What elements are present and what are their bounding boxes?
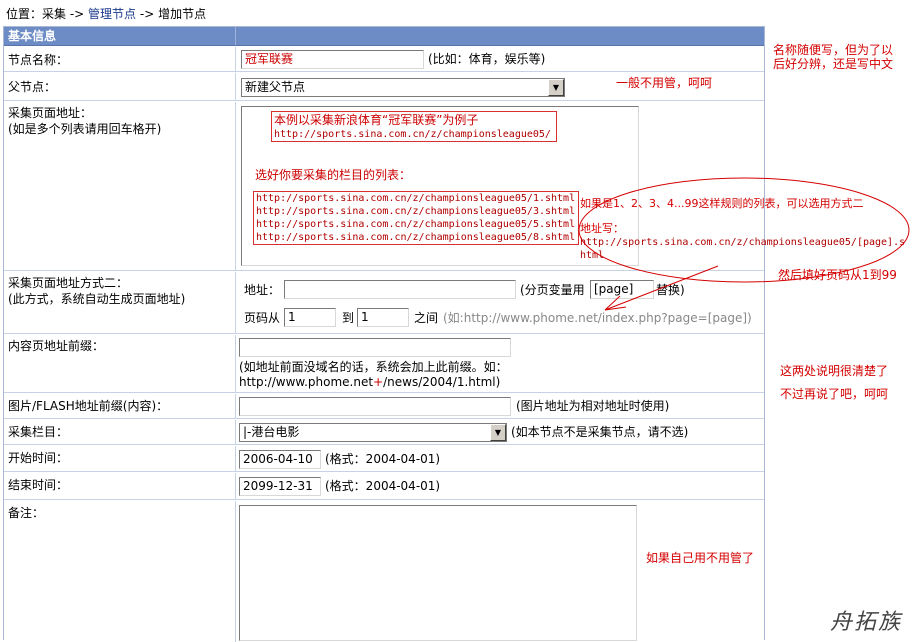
mode2-to-label: 到	[342, 311, 355, 325]
start-time-label: 开始时间：	[8, 451, 69, 465]
row-collect-column: 采集栏目： |-港台电影 ▼ (如本节点不是采集节点，请不选)	[4, 420, 764, 445]
mode2-address-label: 地址：	[244, 283, 281, 297]
annotation-oval-line1: 如果是1、2、3、4...99这样规则的列表，可以选用方式二	[580, 197, 864, 210]
content-prefix-hint: (如地址前面没域名的话，系统会加上此前缀。如：	[239, 360, 508, 374]
image-prefix-input[interactable]	[239, 397, 511, 416]
annotation-oval-line2: 地址写：	[580, 222, 624, 235]
mode2-var-input[interactable]: [page]	[590, 280, 654, 299]
chevron-down-icon[interactable]: ▼	[548, 79, 564, 96]
annotation-oval-url2: html	[580, 250, 605, 261]
list-item: http://sports.sina.com.cn/z/championslea…	[256, 206, 576, 217]
content-prefix-hint-example: http://www.phome.net+/news/2004/1.html)	[239, 375, 501, 389]
annotation-two-line1: 这两处说明很清楚了	[780, 364, 889, 378]
start-time-hint: (格式：2004-04-01)	[325, 452, 441, 466]
node-name-input[interactable]: 冠军联赛	[241, 50, 424, 69]
annotation-remark: 如果自己用不用管了	[646, 551, 755, 565]
example-box: 本例以采集新浪体育“冠军联赛”为例子 http://sports.sina.co…	[271, 111, 557, 142]
parent-node-selected: 新建父节点	[245, 80, 306, 94]
row-collect-mode2: 采集页面地址方式二： (此方式，系统自动生成页面地址) 地址： (分页变量用 […	[4, 272, 764, 334]
annotation-two-line2: 不过再说了吧，呵呵	[780, 387, 889, 401]
mode2-example: (如:http://www.phome.net/index.php?page=[…	[443, 311, 752, 325]
remark-textarea[interactable]	[239, 505, 637, 641]
collect-column-select[interactable]: |-港台电影 ▼	[239, 423, 507, 442]
node-name-hint: (比如：体育，娱乐等)	[428, 52, 546, 66]
mode2-label-sub: (此方式，系统自动生成页面地址)	[8, 292, 186, 306]
collect-url-label-sub: (如是多个列表请用回车格开)	[8, 122, 162, 136]
annotation-page-range: 然后填好页码从1到99	[778, 268, 897, 282]
form-header-title: 基本信息	[8, 29, 57, 43]
mode2-address-input[interactable]	[284, 280, 516, 299]
chevron-down-icon[interactable]: ▼	[490, 424, 506, 441]
parent-node-select[interactable]: 新建父节点 ▼	[241, 78, 565, 97]
watermark: 舟拓族	[830, 610, 903, 635]
collect-url-label: 采集页面地址：	[8, 106, 93, 120]
list-item: http://sports.sina.com.cn/z/championslea…	[256, 193, 576, 204]
example-title: 本例以采集新浪体育“冠军联赛”为例子	[274, 113, 479, 127]
annotation-name-line1: 名称随便写，但为了以	[773, 43, 894, 57]
annotation-parent: 一般不用管，呵呵	[616, 76, 713, 90]
node-name-label: 节点名称：	[8, 53, 69, 67]
mode2-page-from-input[interactable]: 1	[284, 308, 336, 327]
form-header: 基本信息	[4, 27, 764, 46]
parent-node-label: 父节点：	[8, 80, 57, 94]
collect-column-hint: (如本节点不是采集节点，请不选)	[511, 425, 689, 439]
list-box: http://sports.sina.com.cn/z/championslea…	[253, 191, 579, 245]
breadcrumb-prefix: 位置：采集 ->	[6, 7, 85, 21]
mode2-var-label: (分页变量用	[520, 283, 585, 297]
mode2-label: 采集页面地址方式二：	[8, 276, 129, 290]
end-time-label: 结束时间：	[8, 478, 69, 492]
node-form: 基本信息 节点名称： 冠军联赛 (比如：体育，娱乐等) 父节点： 新建父节点 ▼…	[3, 26, 765, 642]
mode2-page-from-label: 页码从	[244, 311, 281, 325]
end-time-input[interactable]: 2099-12-31	[239, 477, 321, 496]
collect-column-selected: |-港台电影	[243, 425, 300, 439]
example-url: http://sports.sina.com.cn/z/championslea…	[274, 129, 551, 140]
list-item: http://sports.sina.com.cn/z/championslea…	[256, 232, 576, 243]
image-prefix-label: 图片/FLASH地址前缀(内容)：	[8, 399, 169, 413]
breadcrumb: 位置：采集 -> 管理节点 -> 增加节点	[6, 6, 206, 22]
breadcrumb-link-manage-nodes[interactable]: 管理节点	[88, 7, 136, 21]
row-node-name: 节点名称： 冠军联赛 (比如：体育，娱乐等)	[4, 47, 764, 72]
choose-list-text: 选好你要采集的栏目的列表：	[255, 168, 412, 182]
start-time-input[interactable]: 2006-04-10	[239, 450, 321, 469]
content-prefix-label: 内容页地址前缀：	[8, 339, 105, 353]
row-image-prefix: 图片/FLASH地址前缀(内容)： (图片地址为相对地址时使用)	[4, 394, 764, 419]
image-prefix-hint: (图片地址为相对地址时使用)	[516, 399, 670, 413]
row-start-time: 开始时间： 2006-04-10 (格式：2004-04-01)	[4, 446, 764, 472]
row-remark: 备注：	[4, 501, 764, 642]
content-prefix-input[interactable]	[239, 338, 511, 357]
mode2-between-label: 之间	[414, 311, 439, 325]
annotation-oval-url1: http://sports.sina.com.cn/z/championslea…	[580, 237, 906, 248]
list-item: http://sports.sina.com.cn/z/championslea…	[256, 219, 576, 230]
mode2-page-to-input[interactable]: 1	[357, 308, 409, 327]
collect-column-label: 采集栏目：	[8, 425, 69, 439]
breadcrumb-suffix: -> 增加节点	[139, 7, 207, 21]
remark-label: 备注：	[8, 506, 45, 520]
end-time-hint: (格式：2004-04-01)	[325, 479, 441, 493]
mode2-var-suffix: 替换)	[656, 283, 685, 297]
row-end-time: 结束时间： 2099-12-31 (格式：2004-04-01)	[4, 473, 764, 500]
annotation-name-line2: 后好分辨，还是写中文	[773, 57, 894, 71]
row-content-prefix: 内容页地址前缀： (如地址前面没域名的话，系统会加上此前缀。如： http://…	[4, 335, 764, 393]
